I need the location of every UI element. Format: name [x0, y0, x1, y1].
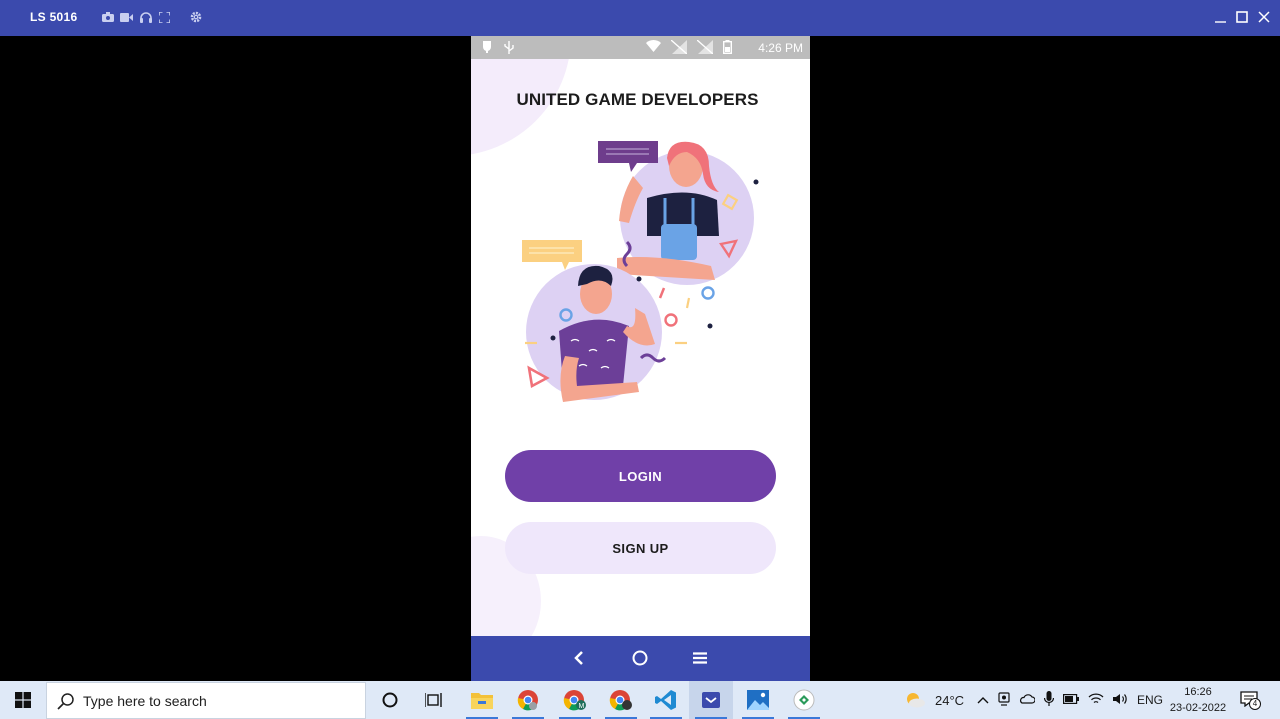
phone-screen: 4:26 PM UNITED GAME DEVELOPERS LOGIN SIG…	[471, 36, 810, 681]
photos-icon[interactable]	[736, 681, 780, 719]
video-icon[interactable]	[120, 11, 133, 23]
clock-time: 16:26	[1184, 686, 1212, 698]
search-icon	[57, 692, 74, 710]
login-button[interactable]: LOGIN	[505, 450, 776, 502]
no-sim-icon	[696, 39, 714, 57]
microphone-icon[interactable]	[1043, 691, 1055, 709]
vscode-icon[interactable]	[644, 681, 688, 719]
task-view-icon[interactable]	[412, 681, 456, 719]
page-title: UNITED GAME DEVELOPERS	[516, 90, 759, 109]
menu-icon[interactable]	[690, 648, 710, 668]
camera-icon[interactable]	[101, 11, 114, 23]
notification-count-badge: 4	[1249, 698, 1261, 710]
signup-button[interactable]: SIGN UP	[505, 522, 776, 574]
language-indicator[interactable]: ENG	[1137, 681, 1163, 719]
wifi-icon	[646, 40, 661, 57]
no-sim-icon	[670, 39, 688, 57]
device-name: LS 5016	[30, 10, 78, 24]
usb-icon	[504, 41, 514, 57]
svg-text:M: M	[579, 703, 585, 710]
wifi-icon[interactable]	[1088, 692, 1104, 708]
notification-icon	[482, 41, 492, 57]
headphones-icon[interactable]	[139, 11, 152, 23]
volume-icon[interactable]	[1113, 693, 1129, 708]
windows-start-button[interactable]	[0, 681, 45, 719]
developers-illustration	[522, 141, 759, 402]
home-icon[interactable]	[630, 648, 650, 668]
close-icon[interactable]	[1256, 8, 1272, 26]
settings-icon[interactable]	[189, 11, 202, 23]
battery-icon	[722, 40, 732, 57]
window-controls	[1212, 8, 1272, 26]
taskbar-search-box[interactable]: Type here to search	[46, 682, 366, 719]
windows-taskbar: Type here to search M 24°C ENG 16:26 23-…	[0, 681, 1280, 719]
windows-logo-icon	[14, 692, 31, 708]
search-placeholder: Type here to search	[83, 692, 207, 709]
remote-app-icon[interactable]	[782, 681, 826, 719]
emulator-toolbar	[101, 11, 202, 23]
android-nav-bar	[471, 636, 810, 681]
cortana-icon[interactable]	[368, 681, 412, 719]
maximize-icon[interactable]	[1234, 8, 1250, 26]
android-status-bar: 4:26 PM	[471, 36, 810, 59]
weather-widget[interactable]: 24°C	[904, 681, 964, 719]
back-icon[interactable]	[569, 648, 589, 668]
meet-now-icon[interactable]	[998, 691, 1010, 709]
taskbar-clock[interactable]: 16:26 23-02-2022	[1165, 684, 1231, 716]
status-time: 4:26 PM	[758, 41, 803, 55]
weather-temperature: 24°C	[935, 692, 965, 708]
notification-center-button[interactable]: 4	[1240, 681, 1261, 719]
fullscreen-icon[interactable]	[158, 11, 171, 23]
onedrive-icon[interactable]	[1019, 693, 1036, 707]
chrome-icon[interactable]	[506, 681, 550, 719]
file-explorer-icon[interactable]	[460, 681, 504, 719]
minimize-icon[interactable]	[1212, 8, 1228, 26]
battery-icon[interactable]	[1063, 693, 1079, 707]
chrome-profile-icon[interactable]: M	[553, 681, 597, 719]
clock-date: 23-02-2022	[1169, 702, 1227, 714]
emulator-title-bar: LS 5016	[0, 0, 1280, 36]
chrome-profile-2-icon[interactable]	[599, 681, 643, 719]
system-tray-icons	[977, 681, 1129, 719]
weather-icon	[907, 693, 925, 708]
chevron-up-icon[interactable]	[977, 693, 989, 707]
emulator-icon[interactable]	[689, 681, 733, 719]
